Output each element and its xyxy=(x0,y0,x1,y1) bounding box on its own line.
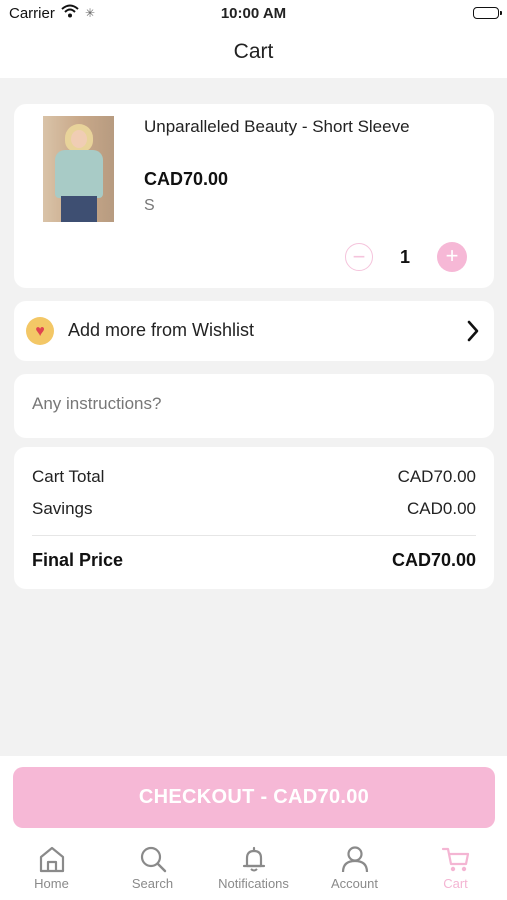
chevron-right-icon xyxy=(466,319,480,348)
final-price-row: Final Price CAD70.00 xyxy=(32,550,476,571)
tab-notifications-label: Notifications xyxy=(218,876,289,891)
tab-notifications[interactable]: Notifications xyxy=(203,840,304,900)
clock: 10:00 AM xyxy=(220,5,287,22)
decrease-quantity-button[interactable]: − xyxy=(345,243,373,271)
wishlist-row[interactable]: ♥ Add more from Wishlist xyxy=(14,301,494,361)
cart-icon xyxy=(441,847,469,872)
home-icon xyxy=(39,846,64,873)
summary-divider xyxy=(32,535,476,536)
heart-icon: ♥ xyxy=(26,317,54,345)
savings-label: Savings xyxy=(32,499,93,518)
tab-account[interactable]: Account xyxy=(304,840,405,900)
price-summary-card: Cart Total CAD70.00 Savings CAD0.00 Fina… xyxy=(14,447,494,589)
product-image[interactable] xyxy=(43,116,114,222)
user-icon xyxy=(341,846,368,873)
savings-row: Savings CAD0.00 xyxy=(32,499,476,519)
cart-item-card: Unparalleled Beauty - Short Sleeve CAD70… xyxy=(14,104,494,288)
product-name[interactable]: Unparalleled Beauty - Short Sleeve xyxy=(144,116,444,138)
final-price-value: CAD70.00 xyxy=(391,550,476,570)
instructions-card xyxy=(14,374,494,438)
search-icon xyxy=(140,846,166,873)
instructions-input[interactable] xyxy=(32,394,472,414)
tab-account-label: Account xyxy=(331,876,378,891)
product-size: S xyxy=(144,197,155,214)
tab-bar: Home Search Notifications Account Cart xyxy=(0,840,507,900)
tab-search[interactable]: Search xyxy=(102,840,203,900)
battery-icon xyxy=(473,7,502,19)
cart-total-label: Cart Total xyxy=(32,467,105,486)
checkout-button[interactable]: CHECKOUT - CAD70.00 xyxy=(13,767,495,828)
final-price-label: Final Price xyxy=(32,550,124,570)
product-price: CAD70.00 xyxy=(144,169,229,189)
tab-home[interactable]: Home xyxy=(1,840,102,900)
savings-value: CAD0.00 xyxy=(407,499,476,518)
increase-quantity-button[interactable]: + xyxy=(437,242,467,272)
cart-total-row: Cart Total CAD70.00 xyxy=(32,467,476,487)
quantity-value: 1 xyxy=(399,247,410,267)
bell-icon xyxy=(242,846,265,872)
tab-search-label: Search xyxy=(131,876,174,891)
wishlist-label: Add more from Wishlist xyxy=(68,320,255,340)
page-title: Cart xyxy=(233,40,274,63)
tab-home-label: Home xyxy=(34,876,69,891)
cart-total-value: CAD70.00 xyxy=(397,467,476,486)
nav-bar: Cart xyxy=(0,28,507,78)
tab-cart[interactable]: Cart xyxy=(405,840,506,900)
tab-cart-label: Cart xyxy=(443,876,468,891)
status-bar: Carrier ✳ 10:00 AM xyxy=(0,0,507,28)
